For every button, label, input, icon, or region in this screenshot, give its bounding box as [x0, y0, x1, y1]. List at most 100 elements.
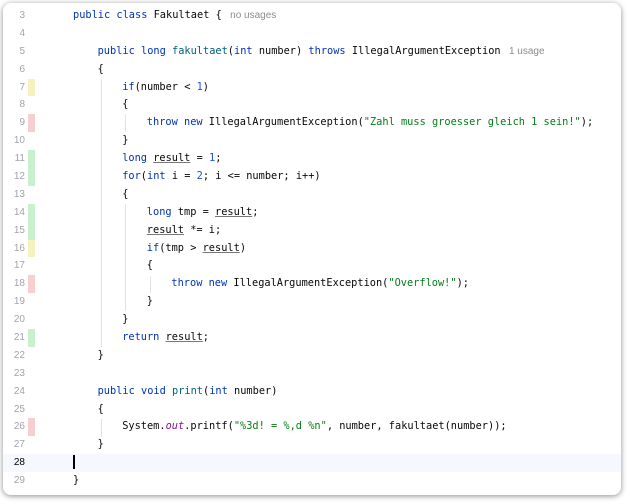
code-token: number)	[234, 384, 278, 397]
indent-guide	[125, 203, 127, 312]
change-marker-deleted[interactable]	[28, 418, 35, 437]
code-line[interactable]: 24 public void print(int number)	[3, 383, 621, 401]
code-token: public class	[73, 9, 154, 21]
code-line[interactable]: 5 public long fakultaet(int number) throw…	[3, 43, 621, 61]
code-token: IllegalArgumentException(	[208, 116, 364, 129]
code-line[interactable]: 18 throw new IllegalArgumentException("Ov…	[3, 275, 621, 294]
code-token: if	[146, 241, 160, 254]
line-number: 19	[13, 296, 25, 308]
change-marker-added[interactable]	[28, 150, 35, 169]
code-line[interactable]: 22}	[3, 347, 621, 365]
code-line[interactable]: 7 if(number < 1)	[3, 78, 621, 97]
code-token: {	[146, 259, 153, 272]
code-line[interactable]: 27}	[3, 436, 621, 454]
code-token: {	[97, 402, 104, 415]
usage-hint[interactable]: 1 usage	[501, 46, 545, 57]
code-token: if	[122, 80, 135, 93]
code-token: tmp =	[177, 205, 215, 218]
code-line[interactable]: 12 for(int i = 2; i <= number; i++)	[3, 168, 621, 186]
code-token: throws	[308, 44, 352, 57]
code-line[interactable]: 13 {	[3, 186, 621, 204]
code-text: throw new IllegalArgumentException("Zahl…	[147, 114, 593, 132]
code-token: print	[172, 384, 203, 397]
indent-guide	[149, 275, 151, 294]
line-number: 24	[13, 385, 25, 397]
code-line[interactable]: 11 long result = 1;	[3, 150, 621, 169]
code-token: int	[209, 384, 235, 397]
code-token: }	[122, 134, 129, 147]
code-text: {	[122, 96, 128, 114]
line-number: 11	[14, 153, 25, 165]
change-marker-modified[interactable]	[28, 78, 35, 97]
code-token: number)	[258, 44, 309, 57]
code-line[interactable]: 20}	[3, 311, 621, 329]
change-marker-added[interactable]	[28, 203, 35, 222]
change-marker-deleted[interactable]	[28, 114, 35, 133]
code-text: throw new IllegalArgumentException("Over…	[171, 275, 469, 293]
code-line[interactable]: 14 long tmp = result;	[3, 203, 621, 222]
code-line[interactable]: 23	[3, 365, 621, 383]
indent-guide	[100, 418, 102, 437]
code-token: long	[146, 205, 178, 218]
code-token: {	[122, 187, 129, 200]
code-token: );	[456, 277, 469, 290]
code-token: throw new	[146, 116, 209, 129]
code-token: );	[580, 116, 594, 129]
code-text: {	[147, 257, 153, 275]
code-token: (tmp >	[159, 241, 203, 254]
code-line[interactable]: 26 System.out.printf("%3d! = %,d %n", num…	[3, 418, 621, 437]
code-line[interactable]: 21 return result;	[3, 329, 621, 347]
code-line[interactable]: 17 {	[3, 257, 621, 275]
code-editor[interactable]: 3 public class Fakultaet { no usages 4 5 pub…	[3, 7, 621, 490]
code-token: result	[153, 152, 191, 165]
usage-hint[interactable]: no usages	[222, 10, 276, 21]
code-line[interactable]: 19}	[3, 293, 621, 311]
code-line[interactable]: 28	[3, 454, 621, 473]
code-text: public void print(int number)	[98, 383, 278, 401]
code-text: }	[98, 436, 104, 454]
code-line[interactable]: 6{	[3, 61, 621, 79]
change-marker-added[interactable]	[28, 168, 35, 186]
code-text: }	[147, 293, 153, 311]
line-number: 21	[13, 332, 25, 344]
code-line[interactable]: 10}	[3, 132, 621, 150]
code-text: }	[122, 132, 128, 150]
change-marker-added[interactable]	[28, 329, 35, 347]
code-token: ;	[252, 205, 259, 218]
code-token: (number <	[134, 80, 197, 93]
code-line[interactable]: 9 throw new IllegalArgumentException("Zah…	[3, 114, 621, 133]
change-marker-deleted[interactable]	[28, 275, 35, 294]
code-text: result *= i;	[147, 222, 221, 240]
code-token: "Overflow!"	[388, 277, 457, 290]
code-line[interactable]: 3 public class Fakultaet { no usages	[3, 7, 621, 25]
indent-guide	[125, 114, 127, 133]
code-token: }	[97, 438, 104, 451]
code-token: return	[122, 331, 166, 344]
code-token: int	[147, 170, 172, 183]
code-line[interactable]: 25 {	[3, 401, 621, 419]
code-token: ;	[202, 331, 209, 344]
code-token: }	[73, 474, 80, 487]
line-number: 27	[13, 439, 25, 451]
code-line[interactable]: 15 result *= i;	[3, 221, 621, 240]
line-number: 7	[19, 81, 25, 93]
line-number: 20	[13, 314, 25, 326]
code-token: IllegalArgumentException(	[233, 277, 389, 290]
code-token: "%3d! = %,d %n"	[233, 420, 327, 433]
line-number: 13	[13, 188, 25, 200]
change-marker-added[interactable]	[28, 221, 35, 240]
line-number: 26	[13, 421, 25, 433]
code-token: i =	[171, 170, 197, 183]
line-number: 12	[13, 171, 25, 183]
line-number: 6	[19, 63, 25, 75]
code-token: long	[122, 152, 154, 165]
line-number: 15	[13, 224, 25, 236]
code-token: *= i;	[184, 223, 222, 236]
code-line[interactable]: 16 if(tmp > result)	[3, 239, 621, 258]
code-line[interactable]: 29}	[3, 472, 621, 490]
change-marker-modified[interactable]	[28, 239, 35, 258]
code-token: throw new	[171, 277, 234, 290]
code-line[interactable]: 8{	[3, 96, 621, 114]
code-line[interactable]: 4	[3, 25, 621, 43]
code-text: return result;	[122, 329, 209, 347]
